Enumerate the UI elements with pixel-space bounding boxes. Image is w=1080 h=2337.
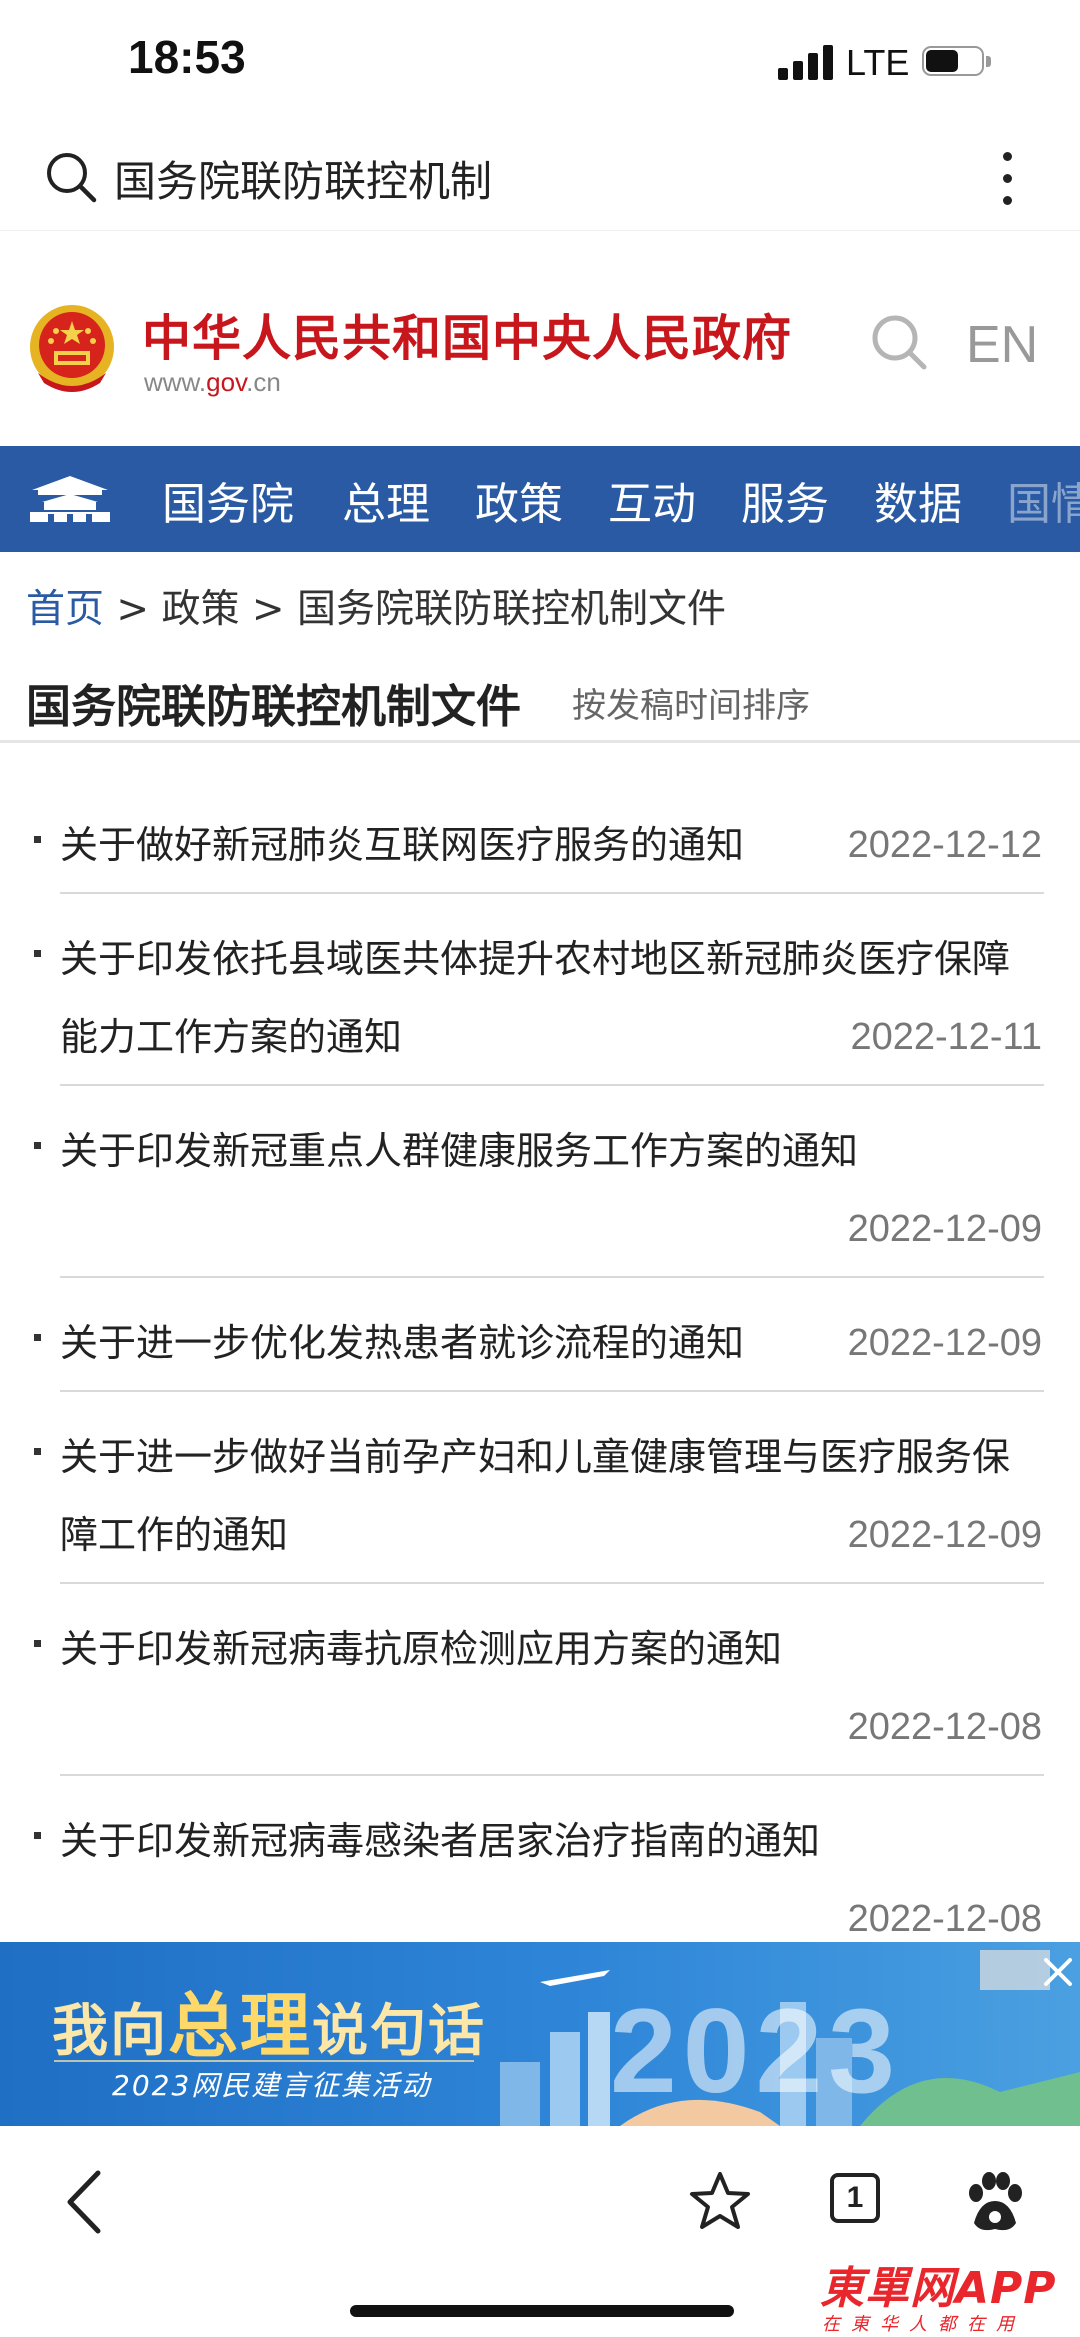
signal-icon bbox=[778, 44, 836, 80]
divider bbox=[60, 1390, 1044, 1392]
article-date: 2022-12-08 bbox=[847, 1898, 1042, 1940]
watermark-logo: 東單网APP 在東华人都在用 bbox=[820, 2252, 1070, 2335]
breadcrumb-policy[interactable]: 政策 bbox=[162, 587, 240, 632]
site-title[interactable]: 中华人民共和国中央人民政府 bbox=[142, 299, 792, 370]
nav-item-state-council[interactable]: 国务院 bbox=[162, 468, 294, 532]
watermark-slogan: 在東华人都在用 bbox=[822, 2314, 1025, 2335]
bullet-icon bbox=[34, 1448, 41, 1455]
article-title[interactable]: 关于印发新冠病毒抗原检测应用方案的通知 bbox=[60, 1610, 1020, 1688]
bookmark-star-icon[interactable] bbox=[688, 2169, 752, 2233]
bullet-icon bbox=[34, 1334, 41, 1341]
banner-divider bbox=[54, 2060, 474, 2062]
breadcrumb-separator: > bbox=[239, 587, 297, 632]
search-query[interactable]: 国务院联防联控机制 bbox=[114, 148, 492, 209]
article-date: 2022-12-09 bbox=[847, 1322, 1042, 1364]
bullet-icon bbox=[34, 1142, 41, 1149]
nav-item-services[interactable]: 服务 bbox=[741, 468, 829, 532]
article-date: 2022-12-08 bbox=[847, 1706, 1042, 1748]
tiananmen-icon[interactable] bbox=[24, 472, 116, 528]
baidu-paw-icon[interactable] bbox=[960, 2167, 1030, 2237]
more-options-icon[interactable] bbox=[996, 148, 1018, 212]
battery-fill bbox=[926, 50, 958, 72]
bullet-icon bbox=[34, 1832, 41, 1839]
main-nav: 国务院 总理 政策 互动 服务 数据 国情 bbox=[0, 446, 1080, 552]
divider bbox=[60, 1774, 1044, 1776]
breadcrumb-separator: > bbox=[104, 587, 162, 632]
watermark-title: 東單网APP bbox=[820, 2263, 1057, 2314]
article-date: 2022-12-09 bbox=[847, 1514, 1042, 1556]
status-bar: 18:53 LTE bbox=[0, 0, 1080, 130]
close-icon[interactable] bbox=[1040, 1954, 1076, 1990]
tabs-button[interactable]: 1 bbox=[830, 2173, 880, 2223]
banner-year: 2023 bbox=[610, 1984, 901, 2118]
nav-item-national-info[interactable]: 国情 bbox=[1007, 468, 1080, 532]
breadcrumb: 首页 > 政策 > 国务院联防联控机制文件 bbox=[26, 578, 726, 634]
home-indicator bbox=[350, 2305, 734, 2317]
divider bbox=[60, 1582, 1044, 1584]
nav-item-policy[interactable]: 政策 bbox=[475, 468, 563, 532]
bullet-icon bbox=[34, 836, 41, 843]
site-header: 中华人民共和国中央人民政府 www.gov.cn EN bbox=[0, 231, 1080, 445]
browser-search-bar[interactable]: 国务院联防联控机制 bbox=[0, 130, 1080, 231]
page-title: 国务院联防联控机制文件 bbox=[26, 680, 522, 733]
breadcrumb-current: 国务院联防联控机制文件 bbox=[297, 587, 727, 632]
banner-title: 我向总理说句话 bbox=[52, 1984, 486, 2067]
nav-item-data[interactable]: 数据 bbox=[874, 468, 962, 532]
divider bbox=[60, 892, 1044, 894]
english-link[interactable]: EN bbox=[966, 315, 1038, 375]
sort-by-time-link[interactable]: 按发稿时间排序 bbox=[572, 678, 810, 727]
article-date: 2022-12-12 bbox=[847, 824, 1042, 866]
site-search-icon[interactable] bbox=[868, 311, 930, 373]
nav-item-premier[interactable]: 总理 bbox=[342, 468, 430, 532]
battery-icon bbox=[922, 46, 994, 78]
banner-subtitle: 2023网民建言征集活动 bbox=[112, 2069, 432, 2102]
network-type: LTE bbox=[846, 42, 910, 83]
article-title[interactable]: 关于印发新冠病毒感染者居家治疗指南的通知 bbox=[60, 1802, 1020, 1880]
bullet-icon bbox=[34, 1640, 41, 1647]
site-url: www.gov.cn bbox=[144, 367, 281, 397]
search-icon bbox=[47, 153, 97, 203]
divider bbox=[60, 1276, 1044, 1278]
bullet-icon bbox=[34, 950, 41, 957]
promo-banner[interactable]: 2023 我向总理说句话 2023网民建言征集活动 bbox=[0, 1942, 1080, 2126]
national-emblem-icon[interactable] bbox=[24, 301, 120, 397]
breadcrumb-home[interactable]: 首页 bbox=[26, 587, 104, 632]
article-date: 2022-12-11 bbox=[850, 1016, 1042, 1058]
status-time: 18:53 bbox=[128, 31, 246, 83]
divider bbox=[60, 1084, 1044, 1086]
article-date: 2022-12-09 bbox=[847, 1208, 1042, 1250]
article-title[interactable]: 关于印发新冠重点人群健康服务工作方案的通知 bbox=[60, 1112, 1020, 1190]
nav-item-interaction[interactable]: 互动 bbox=[608, 468, 696, 532]
back-icon[interactable] bbox=[60, 2167, 110, 2237]
title-divider bbox=[0, 740, 1080, 743]
browser-toolbar: 1 東單网APP 在東华人都在用 bbox=[0, 2127, 1080, 2337]
